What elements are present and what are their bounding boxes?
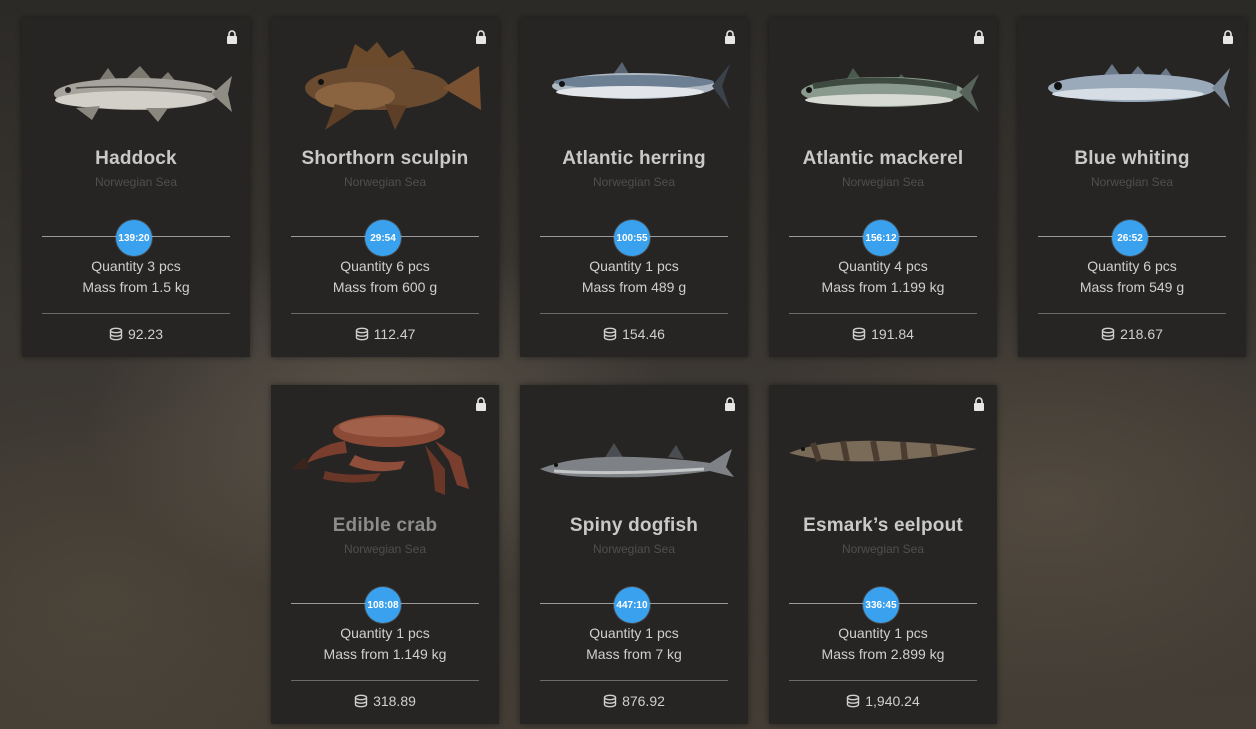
fish-order-board: Haddock Norwegian Sea 139:20 Quantity 3 … (0, 0, 1256, 729)
coins-icon (354, 694, 368, 708)
mass-text: Mass from 549 g (1079, 279, 1185, 295)
atlantic-herring-image (552, 62, 730, 110)
coins-icon (847, 694, 860, 708)
mass-text: Mass from 489 g (581, 279, 687, 295)
quantity-text: Quantity 6 pcs (340, 258, 430, 274)
divider (1038, 313, 1226, 314)
fish-name: Spiny dogfish (569, 515, 699, 536)
fish-region: Norwegian Sea (343, 542, 427, 556)
price-value: 318.89 (373, 693, 416, 709)
fish-card-atlantic-mackerel[interactable]: Atlantic mackerel Norwegian Sea 156:12 Q… (769, 18, 997, 357)
timer-badge: 336:45 (863, 587, 899, 623)
quantity-text: Quantity 4 pcs (838, 258, 928, 274)
coins-icon (1101, 327, 1115, 341)
mass-text: Mass from 1.199 kg (821, 279, 945, 295)
reward: 1,940.24 (769, 693, 997, 709)
haddock-image (54, 66, 232, 122)
fish-card-haddock[interactable]: Haddock Norwegian Sea 139:20 Quantity 3 … (22, 18, 250, 357)
fish-name: Edible crab (332, 515, 438, 536)
fish-name: Blue whiting (1074, 148, 1190, 169)
mass-text: Mass from 600 g (332, 279, 438, 295)
mass-text: Mass from 2.899 kg (821, 646, 945, 662)
timer-badge: 156:12 (863, 220, 899, 256)
timer-badge: 108:08 (365, 587, 401, 623)
fish-region: Norwegian Sea (1090, 175, 1174, 189)
price-value: 154.46 (622, 326, 665, 342)
divider (789, 313, 977, 314)
reward: 92.23 (22, 326, 250, 342)
divider (789, 680, 977, 681)
fish-name: Atlantic herring (562, 148, 706, 169)
fish-card-atlantic-herring[interactable]: Atlantic herring Norwegian Sea 100:55 Qu… (520, 18, 748, 357)
coins-icon (109, 327, 123, 341)
price-value: 218.67 (1120, 326, 1163, 342)
quantity-text: Quantity 3 pcs (91, 258, 181, 274)
quantity-text: Quantity 1 pcs (589, 258, 679, 274)
esmarks-eelpout-image (789, 440, 977, 462)
price-value: 876.92 (622, 693, 665, 709)
spiny-dogfish-image (540, 443, 734, 478)
fish-name: Atlantic mackerel (802, 148, 964, 169)
reward: 112.47 (271, 326, 499, 342)
fish-card-spiny-dogfish[interactable]: Spiny dogfish Norwegian Sea 447:10 Quant… (520, 385, 748, 724)
fish-card-shorthorn-sculpin[interactable]: Shorthorn sculpin Norwegian Sea 29:54 Qu… (271, 18, 499, 357)
timer-badge: 26:52 (1112, 220, 1148, 256)
reward: 876.92 (520, 693, 748, 709)
fish-name: Shorthorn sculpin (301, 148, 469, 169)
fish-region: Norwegian Sea (592, 175, 676, 189)
quantity-text: Quantity 1 pcs (838, 625, 928, 641)
quantity-text: Quantity 1 pcs (589, 625, 679, 641)
reward: 218.67 (1018, 326, 1246, 342)
coins-icon (603, 327, 617, 341)
fish-name: Haddock (95, 148, 177, 169)
mass-text: Mass from 1.149 kg (323, 646, 447, 662)
divider (42, 313, 230, 314)
divider (540, 313, 728, 314)
coins-icon (852, 327, 866, 341)
atlantic-mackerel-image (801, 68, 979, 112)
divider (291, 680, 479, 681)
fish-region: Norwegian Sea (592, 542, 676, 556)
timer-badge: 447:10 (614, 587, 650, 623)
blue-whiting-image (1048, 64, 1230, 108)
divider (291, 313, 479, 314)
fish-region: Norwegian Sea (94, 175, 178, 189)
fish-region: Norwegian Sea (841, 175, 925, 189)
mass-text: Mass from 7 kg (586, 646, 682, 662)
fish-card-blue-whiting[interactable]: Blue whiting Norwegian Sea 26:52 Quantit… (1018, 18, 1246, 357)
reward: 154.46 (520, 326, 748, 342)
fish-region: Norwegian Sea (343, 175, 427, 189)
price-value: 92.23 (127, 326, 164, 342)
mass-text: Mass from 1.5 kg (82, 279, 190, 295)
fish-region: Norwegian Sea (841, 542, 925, 556)
price-value: 1,940.24 (865, 693, 920, 709)
reward: 318.89 (271, 693, 499, 709)
fish-card-edible-crab[interactable]: Edible crab Norwegian Sea 108:08 Quantit… (271, 385, 499, 724)
quantity-text: Quantity 1 pcs (340, 625, 430, 641)
shorthorn-sculpin-image (305, 42, 481, 130)
coins-icon (603, 694, 617, 708)
price-value: 112.47 (373, 326, 416, 342)
coins-icon (355, 327, 368, 341)
timer-badge: 139:20 (116, 220, 152, 256)
divider (540, 680, 728, 681)
price-value: 191.84 (871, 326, 914, 342)
fish-card-esmarks-eelpout[interactable]: Esmark’s eelpout Norwegian Sea 336:45 Qu… (769, 385, 997, 724)
timer-badge: 100:55 (614, 220, 650, 256)
edible-crab-image (291, 415, 469, 495)
quantity-text: Quantity 6 pcs (1087, 258, 1177, 274)
reward: 191.84 (769, 326, 997, 342)
timer-badge: 29:54 (365, 220, 401, 256)
fish-name: Esmark’s eelpout (803, 515, 963, 536)
